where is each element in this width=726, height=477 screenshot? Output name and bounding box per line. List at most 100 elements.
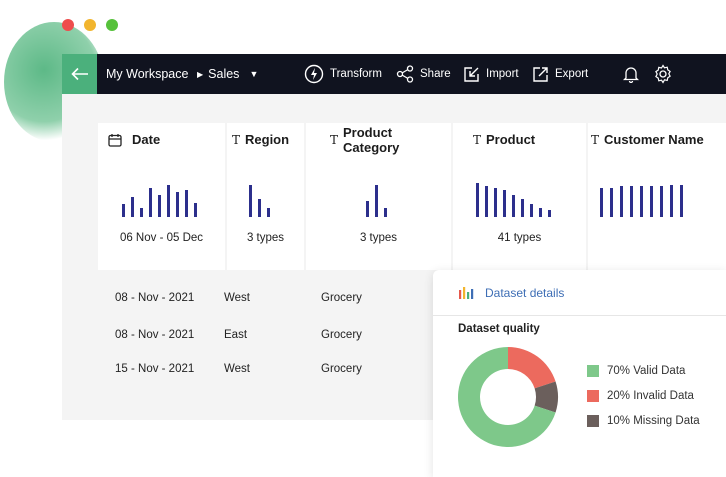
column-profile <box>588 164 726 269</box>
cell-region[interactable]: West <box>224 363 250 375</box>
distribution-bar <box>660 186 663 217</box>
column-profile: 41 types <box>453 164 586 269</box>
distribution-bar <box>512 195 515 217</box>
cell-category[interactable]: Grocery <box>321 329 362 341</box>
legend-label: 20% Invalid Data <box>607 390 694 402</box>
window-controls <box>62 19 118 31</box>
maximize-dot[interactable] <box>106 19 118 31</box>
distribution-bar <box>194 203 197 217</box>
legend-label: 70% Valid Data <box>607 365 686 377</box>
legend-item: 20% Invalid Data <box>587 390 694 402</box>
bell-icon[interactable] <box>623 65 639 83</box>
distribution-bar <box>600 188 603 217</box>
breadcrumb-workspace[interactable]: My Workspace <box>106 54 188 94</box>
distribution-bar <box>548 210 551 217</box>
column-product-category[interactable]: T Product Category 3 types <box>306 123 451 270</box>
column-name: Product <box>486 132 536 147</box>
column-name: Region <box>245 132 290 147</box>
cell-category[interactable]: Grocery <box>321 363 362 375</box>
distribution-bar <box>670 185 673 217</box>
legend-swatch-invalid <box>587 390 599 402</box>
column-summary: 06 Nov - 05 Dec <box>119 232 204 244</box>
cell-region[interactable]: West <box>224 292 250 304</box>
legend-label: 10% Missing Data <box>607 415 700 427</box>
distribution-bar <box>158 195 161 217</box>
text-type-icon: T <box>330 132 339 147</box>
distribution-bar <box>620 186 623 217</box>
column-date[interactable]: Date 06 Nov - 05 Dec <box>98 123 225 270</box>
column-header[interactable]: T Region <box>227 123 304 156</box>
distribution-bar <box>185 190 188 217</box>
transform-button[interactable]: Transform <box>304 54 382 94</box>
top-bar: My Workspace ▶ Sales ▼ Transform Share I… <box>62 54 726 94</box>
distribution-bar <box>530 204 533 217</box>
column-name: Customer Name <box>604 132 704 147</box>
text-type-icon: T <box>473 132 482 147</box>
column-profile: 06 Nov - 05 Dec <box>98 164 225 269</box>
column-header[interactable]: T Product <box>453 123 586 156</box>
distribution-bar <box>476 183 479 217</box>
distribution-bar <box>258 199 261 217</box>
share-icon <box>396 65 414 83</box>
distribution-bars <box>366 185 387 217</box>
distribution-bar <box>384 208 387 217</box>
cell-region[interactable]: East <box>224 329 247 341</box>
column-customer-name[interactable]: T Customer Name <box>588 123 726 270</box>
distribution-bar <box>680 185 683 217</box>
column-name: Date <box>132 132 161 147</box>
distribution-bar <box>140 208 143 217</box>
distribution-bar <box>131 197 134 217</box>
distribution-bar <box>267 208 270 217</box>
cell-date[interactable]: 15 - Nov - 2021 <box>115 363 194 375</box>
transform-label: Transform <box>330 68 382 80</box>
column-header[interactable]: T Product Category <box>306 123 451 156</box>
distribution-bars <box>249 185 270 217</box>
share-label: Share <box>420 68 451 80</box>
dataset-details-header[interactable]: Dataset details <box>433 270 726 316</box>
distribution-bar <box>167 185 170 217</box>
column-summary: 3 types <box>246 232 285 244</box>
distribution-bar <box>149 188 152 217</box>
cell-date[interactable]: 08 - Nov - 2021 <box>115 292 194 304</box>
export-label: Export <box>555 68 589 80</box>
export-button[interactable]: Export <box>532 54 588 94</box>
close-dot[interactable] <box>62 19 74 31</box>
caret-right-icon: ▶ <box>197 69 204 79</box>
import-icon <box>464 66 479 82</box>
column-summary: 41 types <box>497 232 542 244</box>
dataset-label: Sales <box>208 67 240 81</box>
column-product[interactable]: T Product 41 types <box>453 123 586 270</box>
share-button[interactable]: Share <box>396 54 451 94</box>
distribution-bar <box>122 204 125 217</box>
distribution-bar <box>640 186 643 217</box>
cell-date[interactable]: 08 - Nov - 2021 <box>115 329 194 341</box>
calendar-icon <box>108 133 122 147</box>
column-header[interactable]: Date <box>98 123 225 156</box>
column-profile: 3 types <box>306 164 451 269</box>
arrow-left-icon <box>70 67 88 81</box>
legend-swatch-missing <box>587 415 599 427</box>
import-button[interactable]: Import <box>463 54 519 94</box>
column-summary: 3 types <box>359 232 398 244</box>
column-header[interactable]: T Customer Name <box>588 123 726 156</box>
distribution-bar <box>366 201 369 217</box>
text-type-icon: T <box>232 132 241 147</box>
donut-slice-invalid-data <box>508 347 556 389</box>
cell-category[interactable]: Grocery <box>321 292 362 304</box>
bar-chart-icon <box>459 286 474 299</box>
distribution-bar <box>630 186 633 217</box>
dataset-details-panel: Dataset details Dataset quality 70% Vali… <box>433 270 726 477</box>
breadcrumb-dataset[interactable]: ▶ Sales ▼ <box>197 54 258 94</box>
column-region[interactable]: T Region 3 types <box>227 123 304 270</box>
distribution-bar <box>610 188 613 217</box>
gear-icon[interactable] <box>653 64 673 84</box>
column-profile: 3 types <box>227 164 304 269</box>
back-button[interactable] <box>62 54 97 94</box>
legend-item: 10% Missing Data <box>587 415 700 427</box>
distribution-bar <box>521 199 524 217</box>
distribution-bar <box>176 192 179 217</box>
import-label: Import <box>486 68 519 80</box>
distribution-bar <box>249 185 252 217</box>
distribution-bars <box>122 185 197 217</box>
minimize-dot[interactable] <box>84 19 96 31</box>
